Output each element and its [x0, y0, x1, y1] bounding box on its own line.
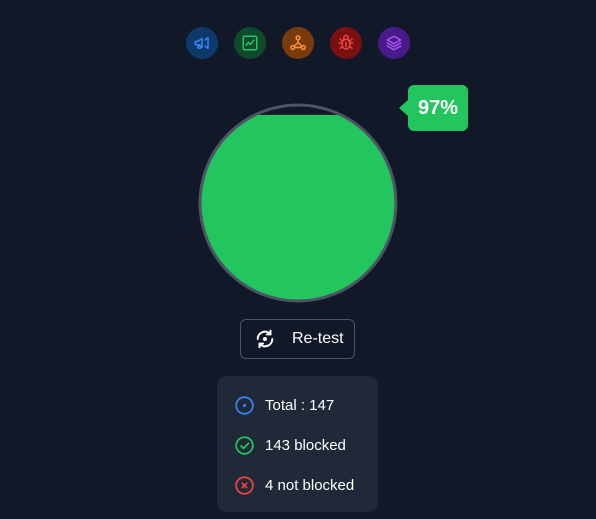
- gauge-fill-level: [200, 114, 396, 301]
- stat-total-label: Total : 147: [265, 396, 335, 414]
- check-circle-icon: [235, 435, 254, 455]
- stat-total: Total : 147: [234, 394, 378, 416]
- network-nodes-icon: [290, 35, 306, 51]
- category-filter-row: [186, 27, 410, 59]
- layers-category-button[interactable]: [378, 27, 410, 59]
- percentage-label: 97%: [417, 96, 459, 119]
- retest-label: Re-test: [292, 330, 344, 347]
- analytics-category-button[interactable]: [234, 27, 266, 59]
- stat-not-blocked: 4 not blocked: [234, 474, 378, 496]
- stat-blocked-label: 143 blocked: [265, 436, 346, 454]
- megaphone-icon: [194, 37, 209, 49]
- x-circle-icon: [235, 475, 254, 495]
- bug-category-button[interactable]: [330, 27, 362, 59]
- chart-line-icon: [242, 35, 258, 51]
- ads-category-button[interactable]: [186, 27, 218, 59]
- percentage-badge: 97%: [399, 85, 468, 131]
- blocked-percentage-gauge: [198, 103, 398, 303]
- retest-button[interactable]: Re-test: [240, 319, 355, 359]
- network-category-button[interactable]: [282, 27, 314, 59]
- test-results-summary: Total : 147 143 blocked 4 not blocked: [217, 376, 378, 512]
- bug-icon: [338, 34, 354, 50]
- target-icon: [235, 395, 254, 415]
- refresh-icon: [256, 329, 274, 349]
- layers-icon: [386, 35, 402, 51]
- stat-blocked: 143 blocked: [234, 434, 378, 456]
- stat-not-blocked-label: 4 not blocked: [265, 476, 355, 494]
